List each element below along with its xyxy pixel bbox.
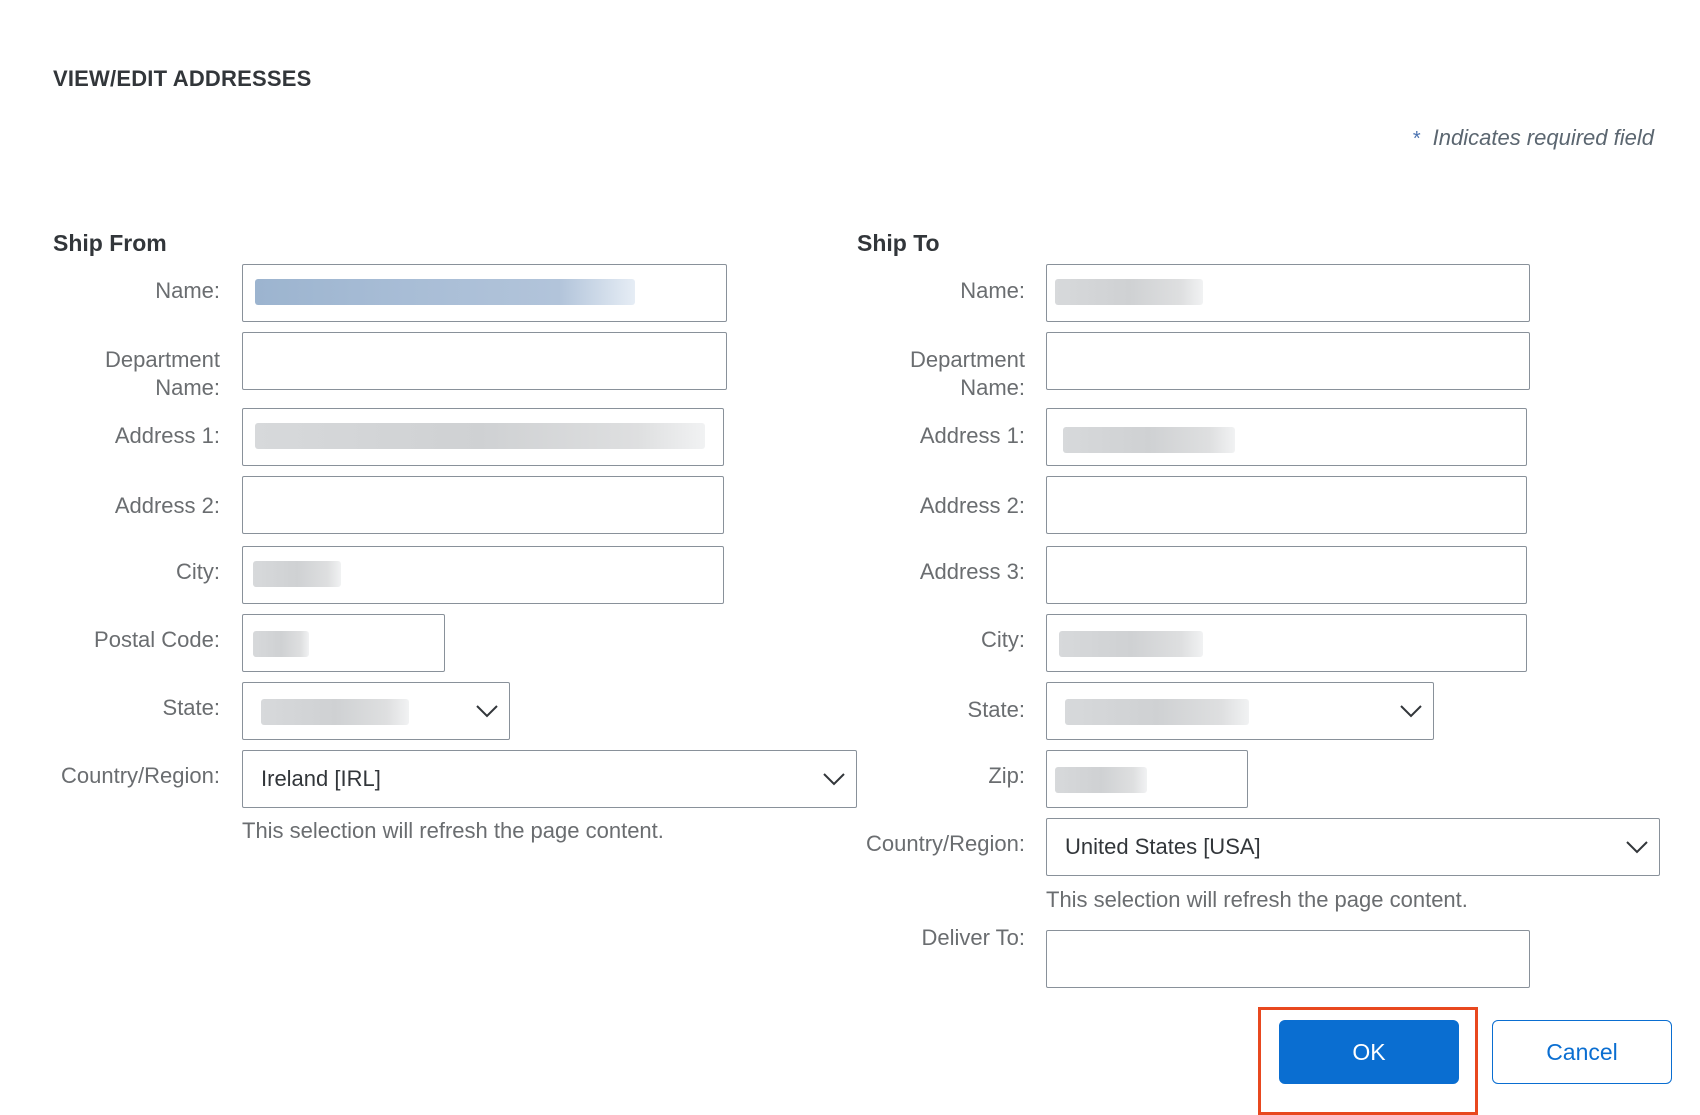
ship-from-country-label: Country/Region:: [61, 763, 220, 788]
ship-to-address1-input[interactable]: [1046, 408, 1527, 466]
ship-from-postal-code-input[interactable]: [242, 614, 445, 672]
ship-from-state-label: State:: [162, 695, 220, 720]
ship-from-country-hint: This selection will refresh the page con…: [242, 818, 664, 843]
ship-to-deliver-to-label: Deliver To:: [921, 925, 1025, 950]
cancel-button[interactable]: Cancel: [1492, 1020, 1672, 1084]
ship-from-address2-input[interactable]: [242, 476, 724, 534]
redacted-value: [1065, 699, 1249, 725]
redacted-value: [1055, 279, 1203, 305]
ship-to-country-label: Country/Region:: [866, 831, 1025, 856]
chevron-down-icon: [1389, 704, 1433, 718]
ship-to-city-input[interactable]: [1046, 614, 1527, 672]
ship-from-heading: Ship From: [53, 230, 167, 256]
ship-from-address2-label: Address 2:: [114, 493, 220, 518]
ship-to-name-input[interactable]: [1046, 264, 1530, 322]
ship-from-city-input[interactable]: [242, 546, 724, 604]
ship-to-heading: Ship To: [857, 230, 940, 256]
ship-from-department-input[interactable]: [242, 332, 727, 390]
redacted-value: [1059, 631, 1203, 657]
ok-button[interactable]: OK: [1279, 1020, 1459, 1084]
ship-from-postal-code-label: Postal Code:: [94, 627, 220, 652]
ship-to-country-select[interactable]: United States [USA]: [1046, 818, 1660, 876]
ship-from-name-label: Name:: [155, 278, 220, 303]
ship-from-state-select[interactable]: [242, 682, 510, 740]
ship-to-zip-label: Zip:: [988, 763, 1025, 788]
ship-to-department-label: Department Name:: [910, 347, 1025, 400]
redacted-value: [1055, 767, 1147, 793]
required-field-note: * Indicates required field: [1412, 125, 1654, 150]
ship-to-address2-label: Address 2:: [919, 493, 1025, 518]
ship-from-city-label: City:: [176, 559, 220, 584]
ship-to-name-label: Name:: [960, 278, 1025, 303]
ship-from-name-input[interactable]: [242, 264, 727, 322]
ship-to-zip-input[interactable]: [1046, 750, 1248, 808]
ship-to-state-label: State:: [967, 697, 1025, 722]
redacted-value: [255, 279, 635, 305]
chevron-down-icon: [465, 704, 509, 718]
ship-from-address1-input[interactable]: [242, 408, 724, 466]
redacted-value: [261, 699, 409, 725]
ship-to-country-value: United States [USA]: [1065, 834, 1261, 859]
ship-to-address1-label: Address 1:: [919, 423, 1025, 448]
ship-to-state-select[interactable]: [1046, 682, 1434, 740]
chevron-down-icon: [1615, 840, 1659, 854]
ship-to-deliver-to-input[interactable]: [1046, 930, 1530, 988]
ship-to-address3-label: Address 3:: [919, 559, 1025, 584]
redacted-value: [253, 631, 309, 657]
ship-from-country-value: Ireland [IRL]: [261, 766, 381, 791]
redacted-value: [255, 423, 705, 449]
ship-from-department-label: Department Name:: [105, 347, 220, 400]
ship-to-address3-input[interactable]: [1046, 546, 1527, 604]
ship-to-address2-input[interactable]: [1046, 476, 1527, 534]
ship-from-country-select[interactable]: Ireland [IRL]: [242, 750, 857, 808]
redacted-value: [253, 561, 341, 587]
required-asterisk: *: [1412, 128, 1421, 150]
dialog-title: VIEW/EDIT ADDRESSES: [53, 66, 312, 91]
ship-to-country-hint: This selection will refresh the page con…: [1046, 887, 1468, 912]
redacted-value: [1063, 427, 1235, 453]
ship-to-city-label: City:: [981, 627, 1025, 652]
ship-to-department-input[interactable]: [1046, 332, 1530, 390]
ship-from-address1-label: Address 1:: [114, 423, 220, 448]
